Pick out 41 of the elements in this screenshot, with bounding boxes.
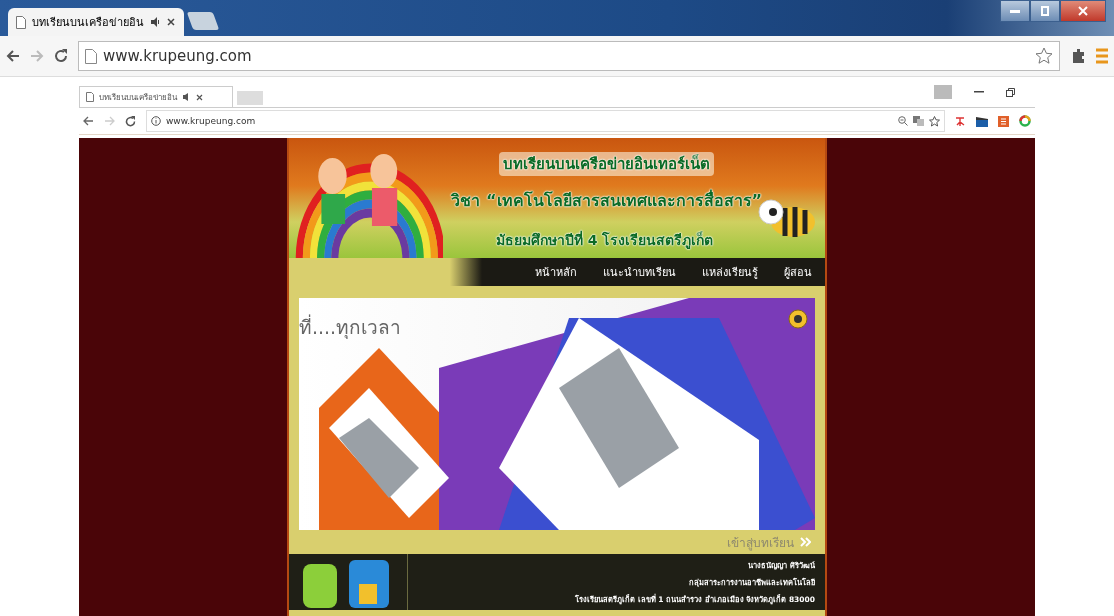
nav-link[interactable]: แหล่งเรียนรู้ <box>689 258 771 286</box>
close-icon <box>1078 6 1088 16</box>
zoom-out-icon[interactable] <box>898 116 908 126</box>
browser-tab[interactable]: บทเรียนบนเครือข่ายอิน <box>79 86 233 107</box>
reload-icon[interactable] <box>54 49 68 63</box>
minimize-icon <box>1010 9 1020 13</box>
slide-caption: ที่....ทุกเวลา <box>299 313 402 341</box>
page-icon <box>86 92 94 102</box>
back-icon[interactable] <box>83 116 94 126</box>
star-icon[interactable] <box>1035 47 1053 65</box>
subject-name: “เทคโนโลยีสารสนเทศและการสื่อสาร” <box>486 188 763 212</box>
ring-icon[interactable] <box>1019 115 1031 127</box>
clapperboard-icon[interactable] <box>976 115 988 127</box>
close-button[interactable] <box>1060 0 1106 22</box>
nav-link[interactable]: แนะนำบทเรียน <box>590 258 689 286</box>
subject-label: วิชา <box>451 190 480 212</box>
close-icon[interactable] <box>167 18 175 26</box>
restore-icon[interactable] <box>1006 87 1015 97</box>
page-icon <box>16 15 26 29</box>
nav-link[interactable]: ผู้สอน <box>771 258 825 286</box>
tab-title: บทเรียนบนเครือข่ายอิน <box>32 15 144 31</box>
page-icon <box>85 48 97 64</box>
browser-tab[interactable]: บทเรียนบนเครือข่ายอิน <box>8 8 184 36</box>
grade-school-text: มัธยมศึกษาปีที่ 4 โรงเรียนสตรีภูเก็ต <box>496 229 714 251</box>
tab-title: บทเรียนบนเครือข่ายอิน <box>99 91 177 104</box>
nav-link[interactable]: หน้าหลัก <box>522 258 590 286</box>
back-icon[interactable] <box>6 49 20 63</box>
restore-icon <box>1040 6 1050 16</box>
new-tab-button[interactable] <box>186 12 220 30</box>
reload-icon[interactable] <box>125 115 136 127</box>
address-bar[interactable]: www.krupeung.com <box>78 41 1060 71</box>
document-icon[interactable] <box>998 115 1009 127</box>
close-icon[interactable] <box>196 93 203 101</box>
address-bar[interactable]: www.krupeung.com <box>146 110 945 132</box>
restore-button[interactable] <box>1030 0 1060 22</box>
banner-title: บทเรียนบนเครือข่ายอินเทอร์เน็ต <box>499 152 714 176</box>
info-icon <box>151 116 161 126</box>
minimize-icon[interactable] <box>974 91 984 93</box>
puzzle-icon[interactable] <box>1070 47 1086 65</box>
star-icon[interactable] <box>929 115 940 127</box>
minimize-button[interactable] <box>1000 0 1030 22</box>
